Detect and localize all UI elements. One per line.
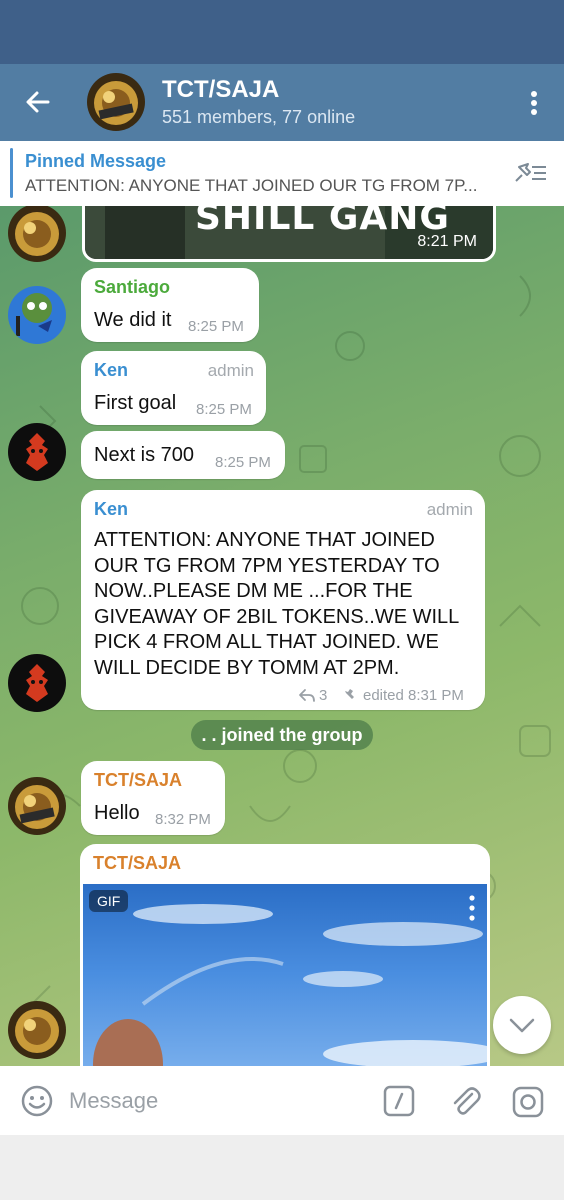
emoji-icon[interactable]	[20, 1084, 54, 1118]
more-vert-icon[interactable]	[467, 894, 477, 922]
message-bubble[interactable]: Next is 700 8:25 PM	[81, 431, 285, 479]
chat-area[interactable]: SHILL GANG 8:21 PM Santiago We did it 8:…	[0, 206, 564, 1066]
sender-name[interactable]: Santiago	[94, 277, 170, 298]
pin-icon	[343, 689, 354, 702]
message-text-line: PICK 4 FROM ALL THAT JOINED. WE	[94, 631, 439, 653]
pinned-indicator	[10, 148, 13, 198]
message-time: 8:32 PM	[155, 811, 211, 828]
service-message: . . joined the group	[191, 720, 373, 750]
pinned-text: ATTENTION: ANYONE THAT JOINED OUR TG FRO…	[25, 176, 478, 195]
message-bubble[interactable]: Santiago We did it 8:25 PM	[81, 268, 259, 342]
back-arrow-icon[interactable]	[22, 86, 54, 118]
attach-icon[interactable]	[448, 1084, 482, 1118]
avatar-ken[interactable]	[8, 654, 66, 712]
chat-title[interactable]: TCT/SAJA	[162, 76, 279, 104]
pin-list-icon[interactable]	[512, 159, 548, 187]
chat-header: TCT/SAJA 551 members, 77 online	[0, 64, 564, 141]
message-time: 8:21 PM	[417, 233, 477, 250]
message-text: Next is 700	[94, 444, 195, 466]
gif-preview[interactable]: GIF	[83, 884, 487, 1066]
message-input[interactable]: Message	[69, 1088, 158, 1114]
avatar[interactable]	[8, 206, 66, 262]
message-text-line: GIVEAWAY OF 2BIL TOKENS..WE WILL	[94, 605, 460, 628]
message-bubble[interactable]: Ken admin First goal 8:25 PM	[81, 351, 266, 425]
scroll-down-button[interactable]	[493, 996, 551, 1054]
sender-name[interactable]: Ken	[94, 499, 128, 520]
avatar-ken[interactable]	[8, 423, 66, 481]
image-message[interactable]: SHILL GANG 8:21 PM	[82, 206, 496, 262]
avatar-tct-saja[interactable]	[8, 777, 66, 835]
pinned-title: Pinned Message	[25, 151, 167, 171]
status-bar	[0, 0, 564, 64]
message-text-line: WILL DECIDE BY TOMM AT 2PM.	[94, 656, 400, 679]
chat-subtitle: 551 members, 77 online	[162, 107, 356, 127]
sender-name[interactable]: TCT/SAJA	[94, 770, 182, 791]
chevron-down-icon	[509, 1018, 535, 1033]
sender-name[interactable]: Ken	[94, 360, 128, 381]
admin-badge: admin	[207, 361, 254, 380]
message-bubble[interactable]: TCT/SAJA Hello 8:32 PM	[81, 761, 225, 835]
bot-command-icon[interactable]	[383, 1085, 415, 1117]
message-time: 8:25 PM	[215, 454, 271, 471]
message-text-line: ATTENTION: ANYONE THAT JOINED	[94, 529, 435, 551]
reply-icon	[299, 689, 315, 702]
message-text: First goal	[94, 392, 177, 414]
pinned-message-bar[interactable]: Pinned Message ATTENTION: ANYONE THAT JO…	[0, 141, 564, 207]
message-text: We did it	[94, 309, 172, 331]
image-caption: SHILL GANG	[195, 206, 450, 238]
message-text-line: OUR TG FROM 7PM YESTERDAY TO	[94, 554, 440, 577]
admin-badge: admin	[426, 500, 473, 519]
group-avatar[interactable]	[87, 73, 145, 131]
camera-icon[interactable]	[511, 1085, 545, 1119]
message-time: 8:25 PM	[196, 401, 252, 418]
avatar-tct-saja[interactable]	[8, 1001, 66, 1059]
message-bubble[interactable]: Ken admin ATTENTION: ANYONE THAT JOINED …	[81, 490, 485, 710]
system-nav-area	[0, 1135, 564, 1200]
message-input-bar: Message	[0, 1066, 564, 1135]
gif-message-bubble[interactable]: TCT/SAJA GIF	[80, 844, 490, 1066]
more-vert-icon[interactable]	[522, 88, 546, 118]
message-text-line: NOW..PLEASE DM ME ...FOR THE	[94, 580, 413, 602]
message-text: Hello	[94, 802, 140, 824]
sender-name[interactable]: TCT/SAJA	[93, 853, 181, 874]
avatar-santiago[interactable]	[8, 286, 66, 344]
reply-count[interactable]: 3	[319, 687, 327, 704]
message-meta: edited 8:31 PM	[363, 687, 464, 704]
message-time: 8:25 PM	[188, 318, 244, 335]
gif-badge: GIF	[89, 890, 129, 912]
